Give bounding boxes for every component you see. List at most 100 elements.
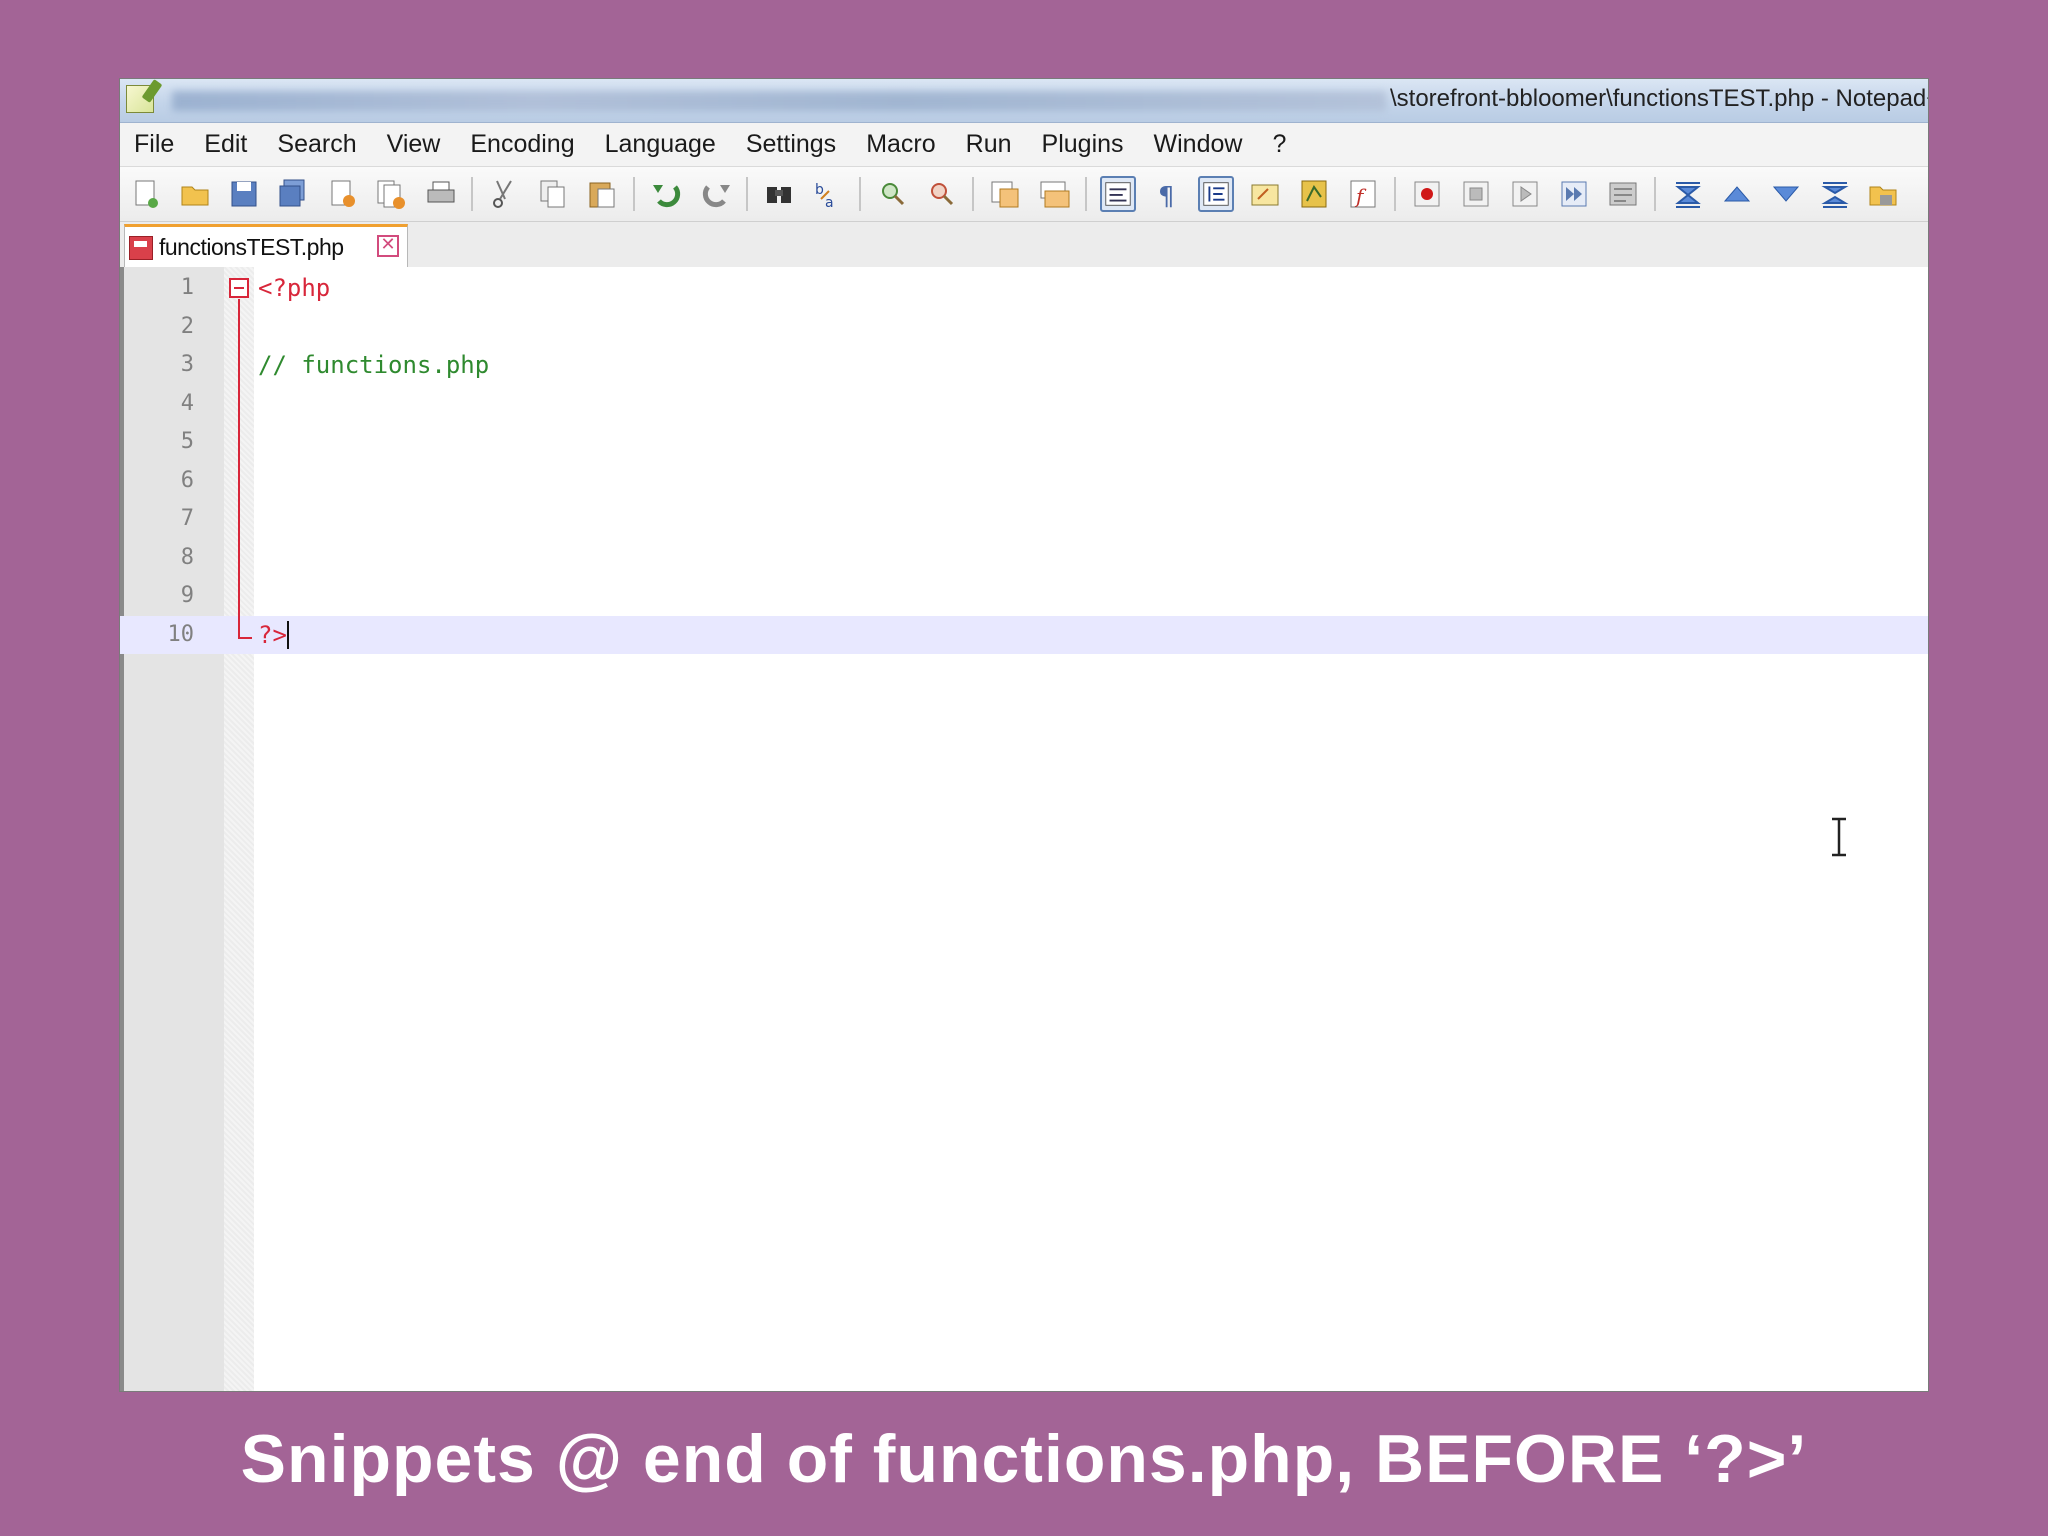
menu-run[interactable]: Run bbox=[966, 130, 1012, 159]
sync-vertical-icon bbox=[991, 181, 1019, 208]
record-macro-button[interactable] bbox=[1409, 176, 1445, 212]
code-line[interactable]: 5 bbox=[120, 423, 1928, 461]
blurred-path bbox=[172, 91, 1386, 111]
code-line[interactable]: 10 ?> bbox=[120, 615, 1928, 654]
toolbar-separator bbox=[859, 177, 861, 211]
close-tab-icon[interactable]: ✕ bbox=[377, 235, 399, 257]
code-line[interactable]: 4 bbox=[120, 385, 1928, 423]
find-button[interactable] bbox=[761, 176, 797, 212]
undo-icon bbox=[653, 185, 681, 208]
close-icon bbox=[331, 180, 355, 207]
menu-file[interactable]: File bbox=[134, 130, 174, 159]
save-button[interactable] bbox=[226, 176, 262, 212]
new-file-button[interactable] bbox=[128, 176, 164, 212]
zoom-out-icon bbox=[931, 183, 954, 206]
menu-settings[interactable]: Settings bbox=[746, 130, 836, 159]
menu-macro[interactable]: Macro bbox=[866, 130, 935, 159]
menu-window[interactable]: Window bbox=[1154, 130, 1243, 159]
find-icon bbox=[767, 187, 791, 203]
close-button[interactable] bbox=[324, 176, 360, 212]
open-file-button[interactable] bbox=[177, 176, 213, 212]
collapse-all-button[interactable] bbox=[1669, 176, 1705, 212]
user-language-icon bbox=[1251, 184, 1279, 206]
expand-all-icon bbox=[1821, 182, 1849, 208]
run-macro-multiple-button[interactable] bbox=[1556, 176, 1592, 212]
menu-edit[interactable]: Edit bbox=[204, 130, 247, 159]
zoom-in-button[interactable] bbox=[874, 176, 910, 212]
print-button[interactable] bbox=[422, 176, 458, 212]
menu-view[interactable]: View bbox=[387, 130, 441, 159]
toolbar-separator bbox=[746, 177, 748, 211]
record-macro-icon bbox=[1414, 181, 1440, 207]
document-map-icon bbox=[1301, 180, 1327, 208]
line-number: 2 bbox=[180, 313, 194, 339]
new-file-icon bbox=[135, 180, 158, 208]
sync-horizontal-icon bbox=[1040, 181, 1070, 208]
tab-label: functionsTEST.php bbox=[159, 234, 344, 260]
svg-text:a: a bbox=[825, 195, 834, 211]
slide-caption: Snippets @ end of functions.php, BEFORE … bbox=[240, 1421, 1808, 1497]
show-all-characters-button[interactable]: ¶ bbox=[1149, 176, 1185, 212]
stop-recording-button[interactable] bbox=[1458, 176, 1494, 212]
collapse-all-icon bbox=[1675, 182, 1701, 208]
paste-icon bbox=[589, 182, 615, 208]
menu-language[interactable]: Language bbox=[605, 130, 716, 159]
code-text: ?> bbox=[258, 620, 287, 649]
code-line[interactable]: 8 bbox=[120, 539, 1928, 577]
user-language-button[interactable] bbox=[1247, 176, 1283, 212]
replace-icon: ba bbox=[815, 182, 834, 211]
fold-range-end bbox=[238, 637, 252, 639]
code-line[interactable]: 9 bbox=[120, 577, 1928, 615]
line-number: 4 bbox=[180, 390, 194, 416]
window-title: \storefront-bbloomer\functionsTEST.php -… bbox=[1390, 85, 1929, 112]
code-line[interactable]: 3 // functions.php bbox=[120, 346, 1928, 384]
toolbar-separator bbox=[972, 177, 974, 211]
tab-functionstest[interactable]: functionsTEST.php ✕ bbox=[124, 224, 408, 268]
cut-button[interactable] bbox=[486, 176, 522, 212]
menu-plugins[interactable]: Plugins bbox=[1042, 130, 1124, 159]
expand-all-button[interactable] bbox=[1816, 176, 1852, 212]
code-line[interactable]: 7 bbox=[120, 500, 1928, 538]
sync-vertical-button[interactable] bbox=[987, 176, 1023, 212]
save-icon bbox=[231, 181, 257, 207]
code-line[interactable]: 1 <?php bbox=[120, 269, 1928, 307]
paste-button[interactable] bbox=[584, 176, 620, 212]
sync-horizontal-button[interactable] bbox=[1036, 176, 1072, 212]
playback-macro-button[interactable] bbox=[1507, 176, 1543, 212]
unsaved-file-icon bbox=[129, 235, 153, 260]
code-line[interactable]: 2 bbox=[120, 308, 1928, 346]
function-list-button[interactable]: f bbox=[1345, 176, 1381, 212]
save-macro-button[interactable] bbox=[1605, 176, 1641, 212]
code-text: // functions.php bbox=[258, 351, 490, 379]
tab-bar: functionsTEST.php ✕ bbox=[120, 222, 1928, 271]
document-map-button[interactable] bbox=[1296, 176, 1332, 212]
indent-guide-button[interactable] bbox=[1198, 176, 1234, 212]
menu-help[interactable]: ? bbox=[1272, 130, 1286, 159]
line-number: 10 bbox=[167, 621, 195, 647]
next-icon bbox=[1772, 186, 1800, 202]
close-all-button[interactable] bbox=[373, 176, 409, 212]
fold-collapse-icon[interactable] bbox=[229, 278, 249, 298]
text-caret bbox=[287, 620, 289, 649]
next-button[interactable] bbox=[1767, 176, 1803, 212]
folder-workspace-button[interactable] bbox=[1865, 176, 1901, 212]
previous-button[interactable] bbox=[1718, 176, 1754, 212]
menu-search[interactable]: Search bbox=[277, 130, 356, 159]
toolbar-separator bbox=[471, 177, 473, 211]
menu-encoding[interactable]: Encoding bbox=[470, 130, 574, 159]
line-number: 6 bbox=[180, 467, 194, 493]
code-line[interactable]: 6 bbox=[120, 462, 1928, 500]
code-editor[interactable]: 1 <?php 2 3 // functions.php 4 5 6 7 8 9 10 ?> bbox=[120, 267, 1928, 1391]
toolbar-separator bbox=[1394, 177, 1396, 211]
notepad-plus-plus-icon[interactable] bbox=[126, 85, 154, 113]
save-all-button[interactable] bbox=[275, 176, 311, 212]
word-wrap-button[interactable] bbox=[1100, 176, 1136, 212]
show-all-characters-icon: ¶ bbox=[1158, 182, 1175, 211]
word-wrap-icon bbox=[1105, 182, 1131, 206]
redo-button[interactable] bbox=[697, 176, 733, 212]
svg-text:b: b bbox=[815, 182, 824, 198]
zoom-out-button[interactable] bbox=[923, 176, 959, 212]
copy-button[interactable] bbox=[535, 176, 571, 212]
undo-button[interactable] bbox=[648, 176, 684, 212]
replace-button[interactable]: ba bbox=[810, 176, 846, 212]
